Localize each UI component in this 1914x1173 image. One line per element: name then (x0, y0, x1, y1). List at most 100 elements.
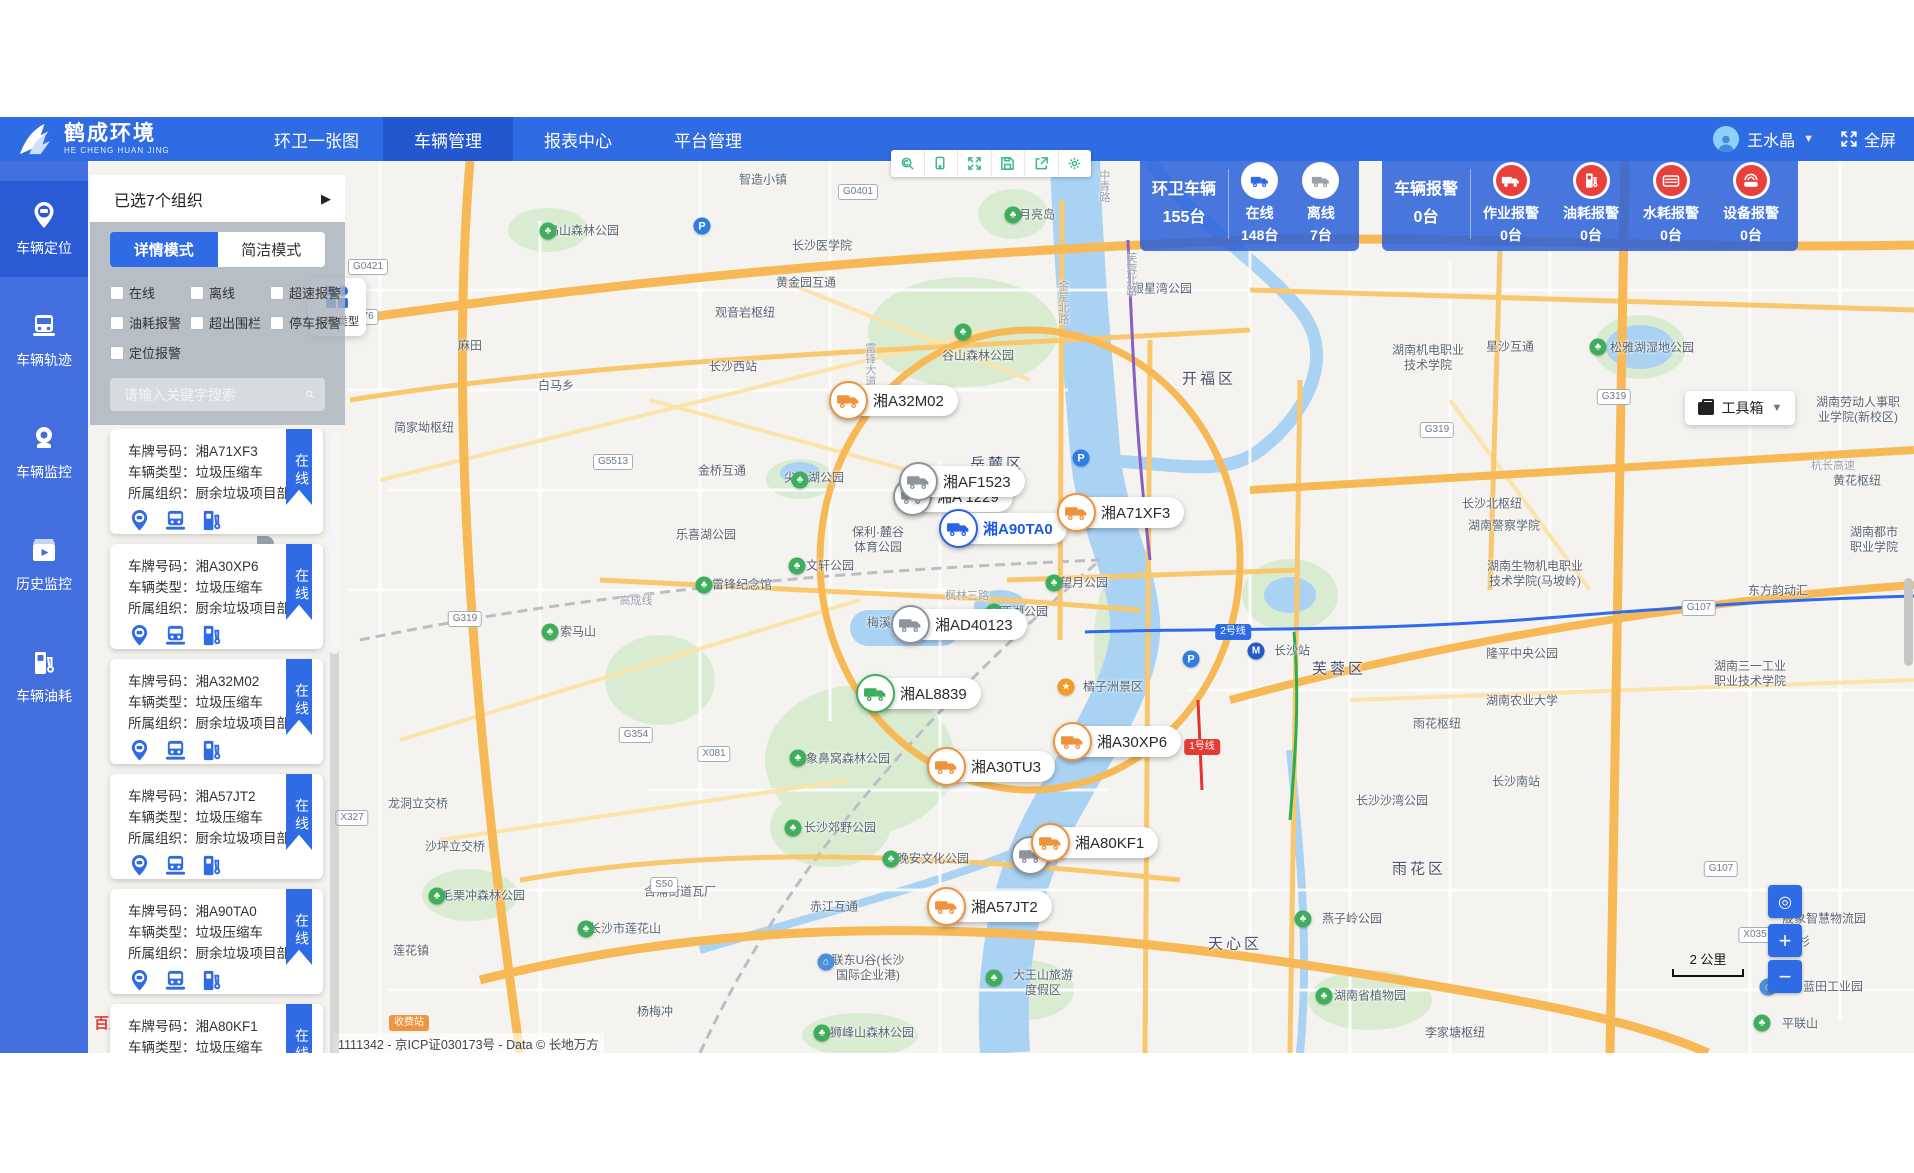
sidebar-item-label: 车辆油耗 (16, 686, 72, 706)
card-scrollbar-thumb[interactable] (330, 429, 339, 654)
nav-item-0[interactable]: 环卫一张图 (250, 117, 383, 161)
alarm-title: 车辆报警 (1382, 176, 1470, 203)
filter-label: 在线 (129, 283, 155, 302)
vehicle-card[interactable]: 车牌号码：湘A32M02车辆类型：垃圾压缩车所属组织：厨余垃圾项目部在线 (110, 659, 323, 764)
vehicle-type: 车辆类型：垃圾压缩车 (128, 462, 309, 483)
filter-checkbox-6[interactable]: 定位报警 (110, 343, 190, 362)
vehicle-card[interactable]: 车牌号码：湘A90TA0车辆类型：垃圾压缩车所属组织：厨余垃圾项目部在线 (110, 889, 323, 994)
user-menu[interactable]: 王水晶 ▼ (1713, 126, 1814, 152)
poi-label: 李家塘枢纽 (1425, 1026, 1485, 1041)
bus-icon[interactable] (164, 624, 187, 652)
poi-label: 长沙站 (1274, 644, 1310, 659)
parking-poi-icon: P (1183, 651, 1200, 668)
tab-0[interactable]: 详情模式 (110, 232, 218, 267)
bus-icon[interactable] (164, 739, 187, 767)
map-tool-gear[interactable] (1059, 150, 1092, 177)
bus-icon[interactable] (164, 509, 187, 537)
checkbox-icon[interactable] (270, 286, 284, 300)
online-label: 在线 (1246, 203, 1274, 223)
fuel-icon[interactable] (200, 854, 223, 882)
search-input[interactable] (124, 387, 305, 403)
map-tool-expand[interactable] (958, 150, 992, 177)
vehicle-card[interactable]: 车牌号码：湘A80KF1车辆类型：垃圾压缩车所属组织：厨余垃圾项目部在线 (110, 1004, 323, 1053)
pin-car-icon[interactable] (128, 624, 151, 652)
alarm-item-count: 0台 (1660, 225, 1682, 245)
zoom-in-button[interactable]: + (1768, 924, 1802, 957)
filter-checkbox-0[interactable]: 在线 (110, 283, 190, 302)
search-box[interactable] (110, 378, 325, 411)
alarm-item-2: 水耗报警0台 (1631, 162, 1711, 245)
nav-item-2[interactable]: 报表中心 (513, 117, 643, 161)
sidebar-item-3[interactable]: 历史监控 (0, 517, 88, 613)
sidebar-item-4[interactable]: 车辆油耗 (0, 629, 88, 725)
district-label: 开福区 (1182, 371, 1236, 390)
filter-checkboxes: 在线离线超速报警油耗报警超出围栏停车报警定位报警 (110, 283, 325, 362)
zoom-out-button[interactable]: − (1768, 960, 1802, 993)
road-label: 中青路 (1096, 170, 1110, 203)
map-tool-device[interactable] (925, 150, 959, 177)
map-toolbar (891, 150, 1091, 177)
filter-checkbox-3[interactable]: 油耗报警 (110, 313, 190, 332)
pin-car-icon[interactable] (128, 969, 151, 997)
org-header[interactable]: 已选7个组织 ▶ (90, 175, 345, 222)
road-badge: G319 (1420, 422, 1454, 438)
map-tool-magnifier[interactable] (891, 150, 925, 177)
fuel-icon[interactable] (200, 509, 223, 537)
fuel-icon[interactable] (200, 739, 223, 767)
factory-poi-icon: ⌂ (818, 954, 835, 971)
filter-checkbox-2[interactable]: 超速报警 (270, 283, 341, 302)
road-badge: X081 (697, 746, 730, 762)
vehicle-card[interactable]: 车牌号码：湘A57JT2车辆类型：垃圾压缩车所属组织：厨余垃圾项目部在线 (110, 774, 323, 879)
browser-scrollbar[interactable] (1904, 578, 1913, 666)
pin-car-icon[interactable] (128, 854, 151, 882)
poi-label: 毛栗冲森林公园 (441, 889, 525, 904)
nav-item-3[interactable]: 平台管理 (643, 117, 773, 161)
vehicle-card[interactable]: 车牌号码：湘A71XF3车辆类型：垃圾压缩车所属组织：厨余垃圾项目部在线 (110, 429, 323, 534)
vehicle-card-actions (128, 624, 309, 652)
checkbox-icon[interactable] (190, 286, 204, 300)
filter-checkbox-1[interactable]: 离线 (190, 283, 270, 302)
filter-checkbox-5[interactable]: 停车报警 (270, 313, 341, 332)
toolbox-label: 工具箱 (1722, 398, 1764, 418)
sidebar-item-0[interactable]: 车辆定位 (0, 181, 88, 277)
vehicle-plate: 车牌号码：湘A80KF1 (128, 1016, 309, 1037)
poi-label: 长沙南站 (1492, 775, 1540, 790)
poi-label: 乌山森林公园 (547, 224, 619, 239)
bus-icon[interactable] (164, 969, 187, 997)
expand-right-icon[interactable]: ▶ (321, 191, 331, 207)
vehicle-card[interactable]: 车牌号码：湘A30XP6车辆类型：垃圾压缩车所属组织：厨余垃圾项目部在线 (110, 544, 323, 649)
road-badge: G319 (1597, 389, 1631, 405)
locate-button[interactable]: ◎ (1768, 885, 1802, 918)
fuel-icon[interactable] (200, 969, 223, 997)
poi-label: 联东U谷(长沙国际企业港) (832, 953, 905, 983)
sidebar-item-2[interactable]: 车辆监控 (0, 405, 88, 501)
brand-logo-icon (16, 122, 54, 156)
alarm-item-label: 油耗报警 (1563, 203, 1619, 223)
search-icon[interactable] (305, 386, 315, 403)
vehicle-card-actions (128, 969, 309, 997)
checkbox-icon[interactable] (270, 316, 284, 330)
map-tool-save[interactable] (992, 150, 1026, 177)
road-badge: G107 (1704, 861, 1738, 877)
fullscreen-button[interactable]: 全屏 (1840, 127, 1896, 151)
toolbox-icon (1698, 402, 1714, 415)
fuel-icon[interactable] (200, 624, 223, 652)
poi-label: 长沙市莲花山 (589, 922, 661, 937)
map-attribution: 1111342 - 京ICP证030173号 - Data © 长地万方 (333, 1033, 604, 1053)
checkbox-icon[interactable] (110, 316, 124, 330)
road-badge: G319 (448, 611, 482, 627)
pin-car-icon[interactable] (128, 509, 151, 537)
filter-checkbox-4[interactable]: 超出围栏 (190, 313, 270, 332)
toolbox-button[interactable]: 工具箱 ▼ (1685, 391, 1795, 425)
bus-icon[interactable] (164, 854, 187, 882)
checkbox-icon[interactable] (110, 346, 124, 360)
truck-alarm-icon (1493, 162, 1530, 199)
pin-car-icon[interactable] (128, 739, 151, 767)
checkbox-icon[interactable] (110, 286, 124, 300)
poi-label: 简家坳枢纽 (394, 421, 454, 436)
tab-1[interactable]: 简洁模式 (218, 232, 326, 267)
nav-item-1[interactable]: 车辆管理 (383, 117, 513, 161)
sidebar-item-1[interactable]: 车辆轨迹 (0, 293, 88, 389)
checkbox-icon[interactable] (190, 316, 204, 330)
map-tool-share[interactable] (1025, 150, 1059, 177)
